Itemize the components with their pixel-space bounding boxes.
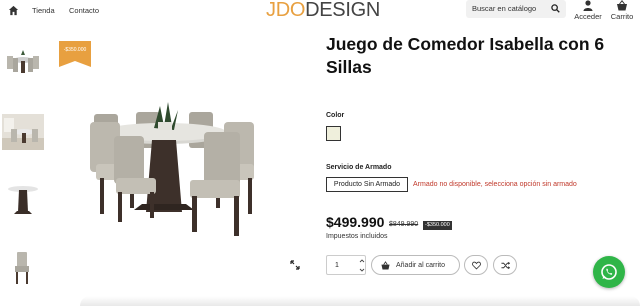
- sale-badge-text: -$350.000: [63, 47, 87, 53]
- current-price: $499.990: [326, 214, 385, 230]
- service-option-button[interactable]: Producto Sin Armado: [326, 177, 408, 192]
- thumbnail-3[interactable]: [2, 182, 44, 218]
- thumbnail-dining-set-image: [2, 46, 44, 82]
- quantity-input[interactable]: 1: [335, 262, 339, 269]
- cart-button[interactable]: Carrito: [608, 0, 636, 21]
- cart-label: Carrito: [610, 12, 634, 21]
- search-box[interactable]: Buscar en catálogo: [466, 0, 566, 18]
- thumbnail-table-image: [2, 182, 44, 218]
- site-header: Tienda Contacto JDODESIGN Buscar en catá…: [0, 0, 640, 30]
- site-logo[interactable]: JDODESIGN: [266, 0, 380, 22]
- heart-icon: [472, 261, 481, 270]
- service-label: Servicio de Armado: [326, 164, 392, 171]
- thumbnail-chair-image: [2, 250, 44, 286]
- shuffle-icon: [501, 261, 510, 270]
- shopping-basket-icon: [617, 0, 627, 11]
- color-label: Color: [326, 112, 345, 119]
- chevron-up-icon[interactable]: [359, 258, 365, 264]
- thumbnail-room-image: [2, 114, 44, 150]
- account-label: Acceder: [574, 12, 602, 21]
- user-icon: [583, 0, 593, 11]
- bottom-overlay: [80, 296, 640, 306]
- whatsapp-button[interactable]: [593, 256, 625, 288]
- expand-icon[interactable]: [290, 260, 300, 270]
- logo-part-jdo: JDO: [266, 0, 306, 21]
- product-title: Juego de Comedor Isabella con 6 Sillas: [326, 34, 605, 77]
- nav-link-tienda[interactable]: Tienda: [32, 6, 55, 15]
- thumbnail-1[interactable]: [2, 46, 44, 82]
- taxes-note: Impuestos incluidos: [326, 233, 388, 240]
- color-swatch[interactable]: [326, 126, 341, 141]
- chevron-down-icon[interactable]: [359, 267, 365, 273]
- product-main-image: [54, 36, 304, 276]
- add-to-cart-label: Añadir al carrito: [396, 262, 446, 269]
- shopping-basket-icon: [381, 261, 390, 270]
- wishlist-button[interactable]: [464, 255, 488, 275]
- discount-badge: -$350.000: [423, 221, 452, 230]
- service-warning: Armado no disponible, selecciona opción …: [413, 181, 577, 188]
- sale-tag-icon: [59, 41, 91, 67]
- add-to-cart-button[interactable]: Añadir al carrito: [371, 255, 460, 275]
- whatsapp-icon: [601, 264, 617, 280]
- old-price: $849.990: [389, 221, 419, 228]
- logo-part-design: DESIGN: [305, 0, 380, 21]
- compare-button[interactable]: [493, 255, 517, 275]
- account-button[interactable]: Acceder: [574, 0, 602, 21]
- home-icon[interactable]: [8, 5, 19, 16]
- quantity-stepper[interactable]: 1: [326, 255, 366, 275]
- search-input[interactable]: Buscar en catálogo: [472, 4, 536, 13]
- nav-link-contacto[interactable]: Contacto: [69, 6, 99, 15]
- thumbnail-4[interactable]: [2, 250, 44, 286]
- search-icon[interactable]: [551, 4, 560, 13]
- thumbnail-2[interactable]: [2, 114, 44, 150]
